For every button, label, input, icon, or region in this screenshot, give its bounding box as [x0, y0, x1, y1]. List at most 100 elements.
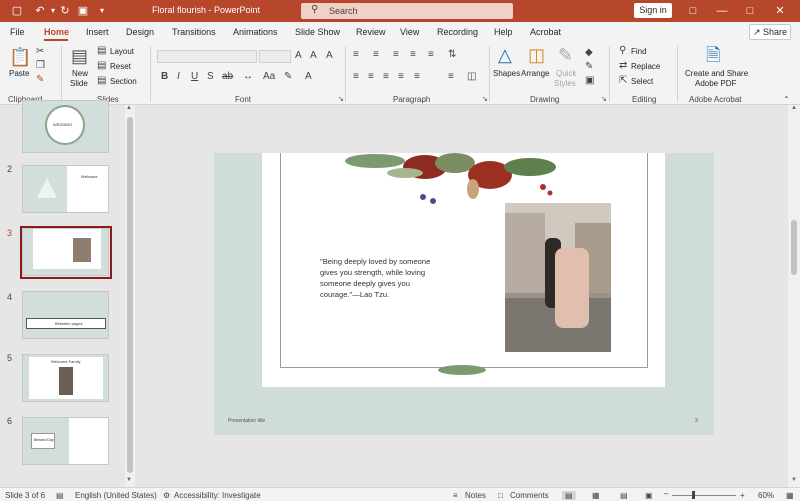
comments-button[interactable]: Comments — [510, 491, 549, 500]
quick-styles-icon[interactable]: ✎ — [558, 46, 573, 64]
language-indicator[interactable]: English (United States) — [75, 491, 157, 500]
align-right-icon[interactable]: ≡ — [383, 72, 389, 82]
reset-button[interactable]: Reset — [110, 62, 131, 71]
increase-font-icon[interactable]: A — [295, 51, 302, 61]
tab-file[interactable]: File — [10, 27, 25, 37]
accessibility-icon[interactable]: ⚙ — [163, 491, 170, 500]
tab-acrobat[interactable]: Acrobat — [530, 27, 561, 37]
reset-icon[interactable]: ▤ — [97, 61, 106, 71]
save-icon[interactable]: ▢ — [10, 4, 24, 18]
tab-insert[interactable]: Insert — [86, 27, 109, 37]
shape-fill-icon[interactable]: ◆ — [585, 48, 593, 58]
zoom-slider-knob[interactable] — [692, 491, 695, 499]
tab-transitions[interactable]: Transitions — [172, 27, 216, 37]
tab-review[interactable]: Review — [356, 27, 386, 37]
font-size-combo[interactable] — [259, 50, 291, 63]
zoom-in-icon[interactable]: + — [740, 491, 745, 500]
font-name-combo[interactable] — [157, 50, 257, 63]
select-button[interactable]: Select — [631, 77, 653, 86]
close-icon[interactable]: ✕ — [770, 3, 790, 19]
quote-text[interactable]: "Being deeply loved by someone gives you… — [320, 256, 448, 300]
tab-recording[interactable]: Recording — [437, 27, 478, 37]
justify-icon[interactable]: ≡ — [398, 72, 404, 82]
paste-label[interactable]: Paste — [9, 69, 29, 78]
reading-view-icon[interactable]: ▤ — [620, 491, 628, 500]
thumbnail-slide-2[interactable]: Welcome — [22, 165, 109, 213]
create-pdf-label-2[interactable]: Adobe PDF — [695, 79, 736, 88]
drawing-dialog-launcher-icon[interactable]: ↘ — [601, 95, 607, 105]
select-icon[interactable]: ⇱ — [619, 76, 627, 86]
new-slide-icon[interactable]: ▤ — [71, 47, 88, 65]
arrange-icon[interactable]: ◫ — [528, 46, 545, 64]
main-vertical-scrollbar[interactable]: ▲ ▼ — [788, 105, 800, 487]
strikethrough-icon[interactable]: ab — [222, 72, 233, 82]
start-from-beginning-icon[interactable]: ▣ — [76, 4, 90, 18]
ribbon-display-icon[interactable]: □ — [683, 3, 703, 19]
tab-animations[interactable]: Animations — [233, 27, 278, 37]
find-icon[interactable]: ⚲ — [619, 46, 626, 56]
change-case-icon[interactable]: Aa — [263, 72, 275, 82]
customize-toolbar-icon[interactable]: ▾ — [95, 4, 109, 18]
cut-icon[interactable]: ✂ — [36, 47, 44, 57]
zoom-out-icon[interactable]: – — [664, 489, 668, 498]
tab-view[interactable]: View — [400, 27, 419, 37]
paste-icon[interactable]: 📋 — [9, 48, 31, 66]
fit-to-window-icon[interactable]: ▦ — [786, 491, 794, 500]
couple-photo[interactable] — [505, 203, 611, 352]
align-text-icon[interactable]: ≡ — [448, 72, 454, 82]
thumbnail-slide-6[interactable]: Blessed Day — [22, 417, 109, 465]
line-spacing-icon[interactable]: ≡ — [428, 50, 434, 60]
decrease-indent-icon[interactable]: ≡ — [393, 50, 399, 60]
share-button[interactable]: ↗ Share — [749, 24, 791, 40]
layout-button[interactable]: Layout — [110, 47, 134, 56]
maximize-icon[interactable]: □ — [740, 3, 760, 19]
bold-icon[interactable]: B — [161, 72, 168, 82]
scroll-thumb[interactable] — [127, 117, 133, 473]
accessibility-status[interactable]: Accessibility: Investigate — [174, 491, 261, 500]
thumbnail-scrollbar[interactable]: ▲ ▼ — [125, 105, 135, 487]
thumbnail-slide-5[interactable]: Welcome Family — [22, 354, 109, 402]
font-color-icon[interactable]: A — [305, 72, 312, 82]
italic-icon[interactable]: I — [177, 72, 180, 82]
quick-styles-label-1[interactable]: Quick — [556, 69, 576, 78]
spell-check-icon[interactable]: ▤ — [56, 491, 64, 500]
find-button[interactable]: Find — [631, 47, 647, 56]
numbering-icon[interactable]: ≡ — [373, 50, 379, 60]
shadow-icon[interactable]: S — [207, 72, 214, 82]
sign-in-button[interactable]: Sign in — [634, 3, 672, 18]
arrange-button[interactable]: Arrange — [521, 69, 549, 78]
redo-icon[interactable]: ↻ — [58, 4, 72, 18]
tab-design[interactable]: Design — [126, 27, 154, 37]
scroll-down-icon[interactable]: ▼ — [791, 477, 797, 483]
smartart-icon[interactable]: ◫ — [467, 72, 476, 82]
quick-styles-label-2[interactable]: Styles — [554, 79, 576, 88]
format-painter-icon[interactable]: ✎ — [36, 75, 44, 85]
notes-icon[interactable]: ≡ — [453, 491, 458, 500]
new-slide-label-2[interactable]: Slide — [70, 79, 88, 88]
create-pdf-icon[interactable]: 🗎 — [706, 46, 720, 64]
underline-icon[interactable]: U — [191, 72, 198, 82]
font-dialog-launcher-icon[interactable]: ↘ — [338, 95, 344, 105]
search-box[interactable]: ⚲ Search — [301, 3, 513, 19]
increase-indent-icon[interactable]: ≡ — [410, 50, 416, 60]
paragraph-dialog-launcher-icon[interactable]: ↘ — [482, 95, 488, 105]
comments-icon[interactable]: □ — [498, 491, 503, 500]
new-slide-label-1[interactable]: New — [72, 69, 88, 78]
thumbnail-slide-4[interactable]: Between pages — [22, 291, 109, 339]
undo-icon[interactable]: ↶ — [33, 4, 47, 18]
scroll-thumb[interactable] — [791, 220, 797, 275]
align-left-icon[interactable]: ≡ — [353, 72, 359, 82]
scroll-down-icon[interactable]: ▼ — [126, 477, 132, 483]
columns-icon[interactable]: ≡ — [414, 72, 420, 82]
tab-slide-show[interactable]: Slide Show — [295, 27, 340, 37]
scroll-up-icon[interactable]: ▲ — [126, 105, 132, 111]
tab-help[interactable]: Help — [494, 27, 513, 37]
slide-sorter-icon[interactable]: ▦ — [592, 491, 600, 500]
collapse-ribbon-icon[interactable]: ⌃ — [783, 95, 790, 105]
minimize-icon[interactable]: — — [712, 3, 732, 19]
highlight-icon[interactable]: ✎ — [284, 72, 292, 82]
text-direction-icon[interactable]: ⇅ — [448, 50, 456, 60]
section-icon[interactable]: ▤ — [97, 76, 106, 86]
zoom-level[interactable]: 60% — [758, 491, 774, 500]
replace-icon[interactable]: ⇄ — [619, 61, 627, 71]
